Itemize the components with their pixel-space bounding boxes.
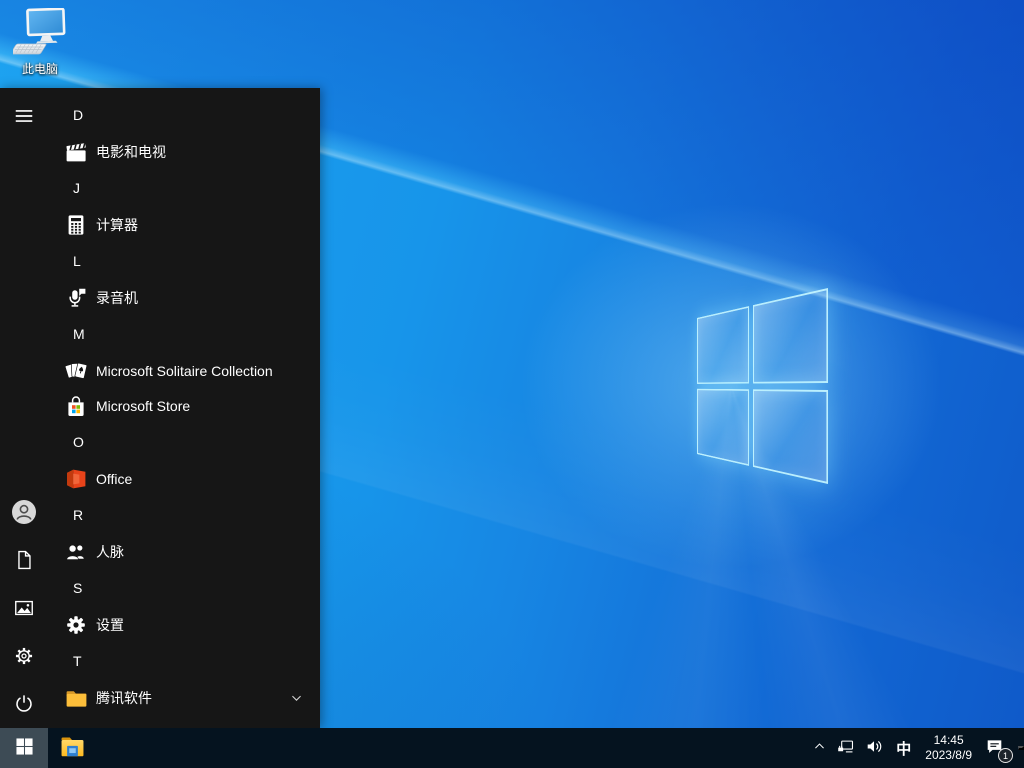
app-label: 电影和电视	[96, 143, 166, 160]
gear-icon	[64, 613, 88, 637]
section-letter: L	[73, 253, 81, 269]
windows-logo-icon	[14, 736, 35, 760]
section-letter: M	[73, 326, 85, 342]
network-tray-button[interactable]	[831, 728, 860, 768]
start-section-D[interactable]: D	[48, 96, 320, 134]
app-label: Office	[96, 470, 133, 487]
start-app-item[interactable]: Office	[48, 461, 320, 496]
start-menu-rail	[0, 88, 48, 728]
rail-button-documents[interactable]	[0, 536, 48, 584]
desktop-screen: 此电脑 D 电影和电视 J 计算器 L 录音机 M Microsoft Solitaire C…	[0, 0, 1024, 768]
section-letter: R	[73, 507, 84, 523]
start-menu: D 电影和电视 J 计算器 L 录音机 M Microsoft Solitaire Colle…	[0, 88, 320, 728]
file-explorer-icon	[59, 734, 86, 762]
windows-flag-pane	[752, 288, 828, 384]
chevron-up-icon	[813, 740, 826, 756]
rail-button-settings[interactable]	[0, 632, 48, 680]
windows-flag-pane	[752, 388, 828, 484]
taskbar-file-explorer-button[interactable]	[50, 728, 94, 768]
taskbar: 中 14:45 2023/8/9 1	[0, 728, 1024, 768]
windows-flag-pane	[697, 306, 749, 384]
clock[interactable]: 14:45 2023/8/9	[918, 728, 979, 768]
pictures-icon	[13, 597, 35, 619]
start-section-W[interactable]: W	[48, 715, 320, 728]
section-letter: O	[73, 434, 84, 450]
hamburger-icon	[13, 105, 35, 127]
app-label: 腾讯软件	[96, 689, 152, 706]
rail-button-expand-menu[interactable]	[0, 92, 48, 140]
start-menu-app-list: D 电影和电视 J 计算器 L 录音机 M Microsoft Solitaire Colle…	[48, 88, 320, 728]
movies-tv-icon	[64, 140, 88, 164]
start-section-M[interactable]: M	[48, 315, 320, 353]
calculator-icon	[64, 213, 88, 237]
app-label: Microsoft Solitaire Collection	[96, 362, 273, 379]
ime-indicator[interactable]: 中	[889, 728, 918, 768]
notification-badge: 1	[998, 748, 1013, 763]
hidden-icons-chevron[interactable]	[808, 728, 831, 768]
show-desktop-button[interactable]	[1018, 746, 1024, 750]
action-center-button[interactable]: 1	[979, 728, 1016, 768]
section-letter: T	[73, 653, 82, 669]
solitaire-icon	[64, 359, 88, 383]
folder-icon	[64, 686, 88, 710]
app-label: 设置	[96, 616, 124, 633]
windows-flag-logo	[697, 288, 828, 484]
section-letter: J	[73, 180, 80, 196]
start-app-item[interactable]: 腾讯软件	[48, 680, 320, 715]
start-app-item[interactable]: 设置	[48, 607, 320, 642]
user-icon	[11, 499, 37, 525]
clock-time: 14:45	[933, 733, 964, 747]
start-section-S[interactable]: S	[48, 569, 320, 607]
network-icon	[836, 737, 855, 759]
app-label: 计算器	[96, 216, 138, 233]
start-app-item[interactable]: 录音机	[48, 280, 320, 315]
rail-button-user-account[interactable]	[0, 488, 48, 536]
start-button[interactable]	[0, 728, 48, 768]
start-app-item[interactable]: 电影和电视	[48, 134, 320, 169]
app-label: 录音机	[96, 289, 138, 306]
start-section-L[interactable]: L	[48, 242, 320, 280]
document-icon	[13, 549, 35, 571]
rail-button-pictures[interactable]	[0, 584, 48, 632]
store-icon	[64, 394, 88, 418]
voice-recorder-icon	[64, 286, 88, 310]
clock-date: 2023/8/9	[925, 748, 972, 762]
people-icon	[64, 540, 88, 564]
windows-flag-pane	[697, 388, 749, 466]
gear-outline-icon	[13, 645, 35, 667]
volume-icon	[865, 737, 884, 759]
app-label: 人脉	[96, 543, 124, 560]
power-icon	[13, 693, 35, 715]
start-section-J[interactable]: J	[48, 169, 320, 207]
office-icon	[64, 467, 88, 491]
start-section-R[interactable]: R	[48, 496, 320, 534]
system-tray: 中 14:45 2023/8/9 1	[808, 728, 1024, 768]
desktop-icon-this-pc[interactable]: 此电脑	[10, 7, 69, 76]
start-section-O[interactable]: O	[48, 423, 320, 461]
start-app-item[interactable]: 计算器	[48, 207, 320, 242]
this-pc-icon	[10, 7, 67, 60]
section-letter: S	[73, 580, 83, 596]
desktop-icon-label: 此电脑	[21, 62, 58, 76]
volume-tray-button[interactable]	[860, 728, 889, 768]
chevron-down-icon	[289, 690, 304, 705]
rail-button-power[interactable]	[0, 680, 48, 728]
start-section-T[interactable]: T	[48, 642, 320, 680]
section-letter: D	[73, 107, 84, 123]
app-label: Microsoft Store	[96, 397, 191, 414]
start-app-item[interactable]: 人脉	[48, 534, 320, 569]
start-app-item[interactable]: Microsoft Solitaire Collection	[48, 353, 320, 388]
start-app-item[interactable]: Microsoft Store	[48, 388, 320, 423]
